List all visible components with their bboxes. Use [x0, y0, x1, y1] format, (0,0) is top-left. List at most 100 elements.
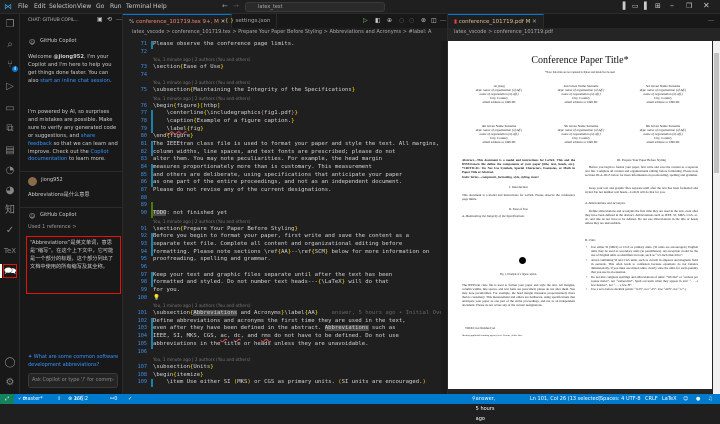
preview-icon[interactable]: ◧: [375, 17, 381, 24]
publish-icon[interactable]: ⇪: [57, 394, 61, 404]
split-editor-icon[interactable]: ◫: [431, 17, 437, 24]
git-blame-annotation[interactable]: You, 1 minute ago | 2 authors (You and o…: [123, 95, 441, 103]
next-change-icon[interactable]: ○: [409, 17, 414, 24]
breadcrumb[interactable]: latex_vscode > conference_101719.tex > P…: [132, 29, 447, 35]
copilot-toggle-icon[interactable]: ⊛: [421, 17, 426, 24]
back-arrow-icon[interactable]: ←: [222, 2, 228, 10]
code-line[interactable]: 74: [123, 72, 441, 80]
code-line[interactable]: 73 \section{Ease of Use}: [123, 64, 441, 72]
git-blame-annotation[interactable]: You, 1 minute ago | 2 authors (You and o…: [123, 218, 441, 226]
encoding[interactable]: UTF-8: [626, 394, 641, 404]
code-line[interactable]: 107 \subsection{Units}: [123, 364, 441, 372]
account-icon[interactable]: ◯: [3, 356, 17, 370]
new-chat-icon[interactable]: ▣: [97, 16, 103, 23]
close-tab-icon[interactable]: ✕: [532, 19, 537, 25]
extensions-icon[interactable]: ⧉: [3, 122, 17, 136]
code-line[interactable]: 83 alter them. You may note peculiarities…: [123, 156, 441, 164]
more-icon[interactable]: …: [440, 16, 446, 23]
code-line[interactable]: 72: [123, 49, 441, 57]
copilot-icon[interactable]: ✓: [3, 224, 17, 238]
git-blame-annotation[interactable]: You, 1 minute ago | 2 authors (You and o…: [123, 302, 441, 310]
menu-run[interactable]: Run: [110, 3, 122, 10]
code-line[interactable]: 96: [123, 264, 441, 272]
code-line[interactable]: 97 Keep your text and graphic files separ…: [123, 271, 441, 280]
code-line[interactable]: 93 separate text file. Complete all conte…: [123, 240, 441, 249]
close-window-icon[interactable]: ✕: [703, 1, 710, 10]
folder-icon[interactable]: ▤: [3, 144, 17, 158]
code-line[interactable]: 106: [123, 349, 441, 357]
menu-edit[interactable]: Edit: [34, 3, 46, 10]
run-icon[interactable]: ▷: [363, 17, 368, 24]
code-line[interactable]: 88: [123, 195, 441, 203]
tab-conference-tex[interactable]: % conference_101719.tex 9+, M ✕: [123, 14, 233, 28]
end-of-line[interactable]: CRLF: [645, 394, 658, 404]
code-line[interactable]: 84 measures proportionately more than is …: [123, 164, 441, 172]
code-line[interactable]: 77 \centerline{\includegraphics{fig1.pdf…: [123, 110, 441, 118]
tab-settings-json[interactable]: { } settings.json: [219, 14, 278, 28]
toggle-primary-sidebar-icon[interactable]: ▐: [620, 2, 625, 10]
code-line[interactable]: 86 as one part of the entire proceedings,…: [123, 179, 441, 188]
code-line[interactable]: 79 \label{fig}: [123, 125, 441, 134]
language-mode[interactable]: LaTeX: [662, 394, 677, 404]
toggle-secondary-sidebar-icon[interactable]: ▌: [644, 2, 649, 10]
code-line[interactable]: 85 and others are deliberate, using speci…: [123, 171, 441, 180]
run-debug-icon[interactable]: ▷: [3, 80, 17, 94]
git-branch[interactable]: ⑂ master* ⟳: [18, 394, 43, 404]
code-line[interactable]: 101 \subsection{Abbreviations and Acronym…: [123, 310, 443, 318]
menu-terminal[interactable]: Terminal: [126, 3, 151, 10]
code-line[interactable]: 94 formatting. Please note sections \ref{…: [123, 248, 441, 257]
code-line[interactable]: 99 for you.: [123, 287, 441, 295]
code-line[interactable]: 104 IEEE, SI, MKS, CGS, ac, dc, and rms d…: [123, 333, 441, 341]
code-line[interactable]: 71 Please observe the conference page lim…: [123, 41, 441, 49]
minimize-icon[interactable]: –: [670, 1, 674, 10]
history-icon[interactable]: ⟲: [107, 16, 112, 23]
code-line[interactable]: 91 \section{Prepare Your Paper Before Sty…: [123, 226, 441, 234]
source-control-icon[interactable]: ⑂ 4: [3, 58, 18, 72]
search-icon[interactable]: ⌕: [3, 38, 17, 52]
copilot-status-icon[interactable]: ☺: [683, 394, 688, 404]
more-icon[interactable]: …: [708, 16, 714, 23]
used-reference-toggle[interactable]: Used 1 reference >: [28, 224, 120, 232]
prev-change-icon[interactable]: ○: [399, 17, 404, 24]
testing-icon[interactable]: ◕: [3, 184, 17, 198]
pdf-breadcrumb[interactable]: latex_vscode > conference_101719.pdf: [454, 29, 553, 35]
code-line[interactable]: 102 Define abbreviations and acronyms the…: [123, 317, 441, 326]
suggestion-link[interactable]: ✦ What are some common software developm…: [28, 354, 120, 369]
code-line[interactable]: 82 column widths, line spaces, and text f…: [123, 148, 441, 157]
tab-conference-pdf[interactable]: ▮ conference_101719.pdf M ✕: [448, 14, 544, 28]
menu-go[interactable]: Go: [96, 3, 104, 10]
notifications-bell-icon[interactable]: ♫: [708, 394, 712, 404]
code-line[interactable]: 78 \caption{Example of a figure caption.…: [123, 117, 441, 126]
code-line[interactable]: 105 abbreviations in the title or heads u…: [123, 340, 441, 349]
forward-arrow-icon[interactable]: →: [233, 2, 239, 10]
cursor-position[interactable]: Ln 101, Col 26 (13 selected): [530, 394, 601, 404]
tex-icon[interactable]: TeX: [3, 244, 17, 258]
settings-gear-icon[interactable]: ⚙: [3, 376, 17, 390]
restore-icon[interactable]: ❐: [686, 2, 692, 10]
code-line[interactable]: 95 proofreading, spelling and grammar.: [123, 256, 441, 264]
feedback-icon[interactable]: ●: [696, 394, 700, 404]
menu-help[interactable]: Help: [153, 3, 167, 10]
git-compare-icon[interactable]: ⊕: [387, 17, 392, 24]
timeline-icon[interactable]: ◔: [3, 164, 17, 178]
code-area[interactable]: 71 Please observe the conference page lim…: [123, 41, 443, 387]
code-line[interactable]: 109 \item Use either SI (MKS) or CGS as …: [123, 379, 441, 387]
code-line[interactable]: 90 TODO: not finished yet: [123, 210, 441, 218]
code-line[interactable]: 76 \begin{figure}[htbp]: [123, 103, 441, 111]
code-line[interactable]: 100 💡: [123, 295, 441, 303]
chat-input[interactable]: Ask Copilot or type '/' for comm ▷: [28, 373, 118, 388]
pdf-scrollbar[interactable]: [713, 41, 720, 394]
code-line[interactable]: 98 formatted and styled. Do not number te…: [123, 279, 441, 287]
code-line[interactable]: 89: [123, 202, 441, 211]
chat-icon[interactable]: 🗪: [3, 264, 17, 278]
inline-chat-link[interactable]: start an inline chat session: [40, 78, 110, 84]
command-center-search[interactable]: latex_test: [245, 2, 385, 12]
menu-selection[interactable]: Selection: [49, 3, 77, 10]
code-line[interactable]: 81 The IEEEtran class file is used to for…: [123, 140, 441, 149]
code-line[interactable]: 92 Before you begin to format your paper,…: [123, 233, 441, 241]
menu-file[interactable]: File: [18, 3, 28, 10]
ports-indicator[interactable]: ⚯ 0: [110, 394, 117, 404]
git-blame-annotation[interactable]: You, 1 minute ago | 2 authors (You and o…: [123, 356, 441, 364]
code-line[interactable]: 75 \subsection{Maintaining the Integrity …: [123, 87, 441, 95]
toggle-panel-icon[interactable]: ▭: [632, 2, 639, 10]
